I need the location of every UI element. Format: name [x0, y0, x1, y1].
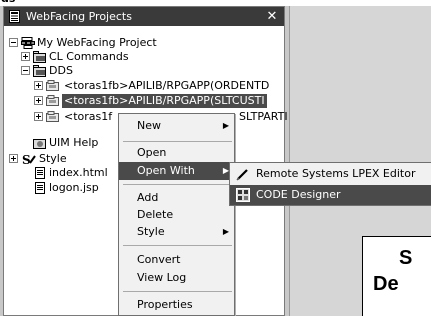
menu-item-open-with[interactable]: Open With ▶: [119, 162, 236, 180]
collapse-icon[interactable]: [9, 38, 18, 47]
menu-item-label: Delete: [137, 208, 174, 221]
tree-item-label-suffix: SLTPARTI: [239, 110, 288, 123]
dds-member-icon: [46, 95, 59, 106]
submenu-item-label: Remote Systems LPEX Editor: [256, 167, 416, 180]
editor-heading-line1: S: [399, 247, 413, 269]
pencil-icon: [236, 169, 248, 181]
folder-icon: [33, 65, 46, 77]
tree-item-label: <toras1f: [64, 110, 113, 123]
menu-item-new[interactable]: New ▶: [119, 117, 236, 135]
dds-member-icon: [46, 80, 59, 91]
submenu-arrow-icon: ▶: [222, 121, 229, 130]
menu-separator: [123, 184, 232, 185]
menu-item-style[interactable]: Style ▶: [119, 223, 236, 241]
menu-separator: [123, 141, 232, 142]
collapse-icon[interactable]: [21, 66, 30, 75]
tree-item-label: <toras1fb>APILIB/RPGAPP(ORDENTD: [64, 79, 270, 92]
submenu-item-label: CODE Designer: [256, 188, 341, 201]
svg-text:S: S: [22, 153, 31, 165]
help-folder-icon: [33, 139, 46, 149]
submenu-item-lpex-editor[interactable]: Remote Systems LPEX Editor: [230, 164, 431, 184]
submenu-arrow-icon: ▶: [222, 227, 229, 236]
code-designer-icon: [236, 188, 250, 202]
panel-title: WebFacing Projects: [26, 10, 132, 23]
menu-item-label: Convert: [137, 253, 181, 266]
menu-item-open[interactable]: Open: [119, 144, 236, 162]
expand-icon[interactable]: [21, 52, 30, 61]
tree-item-label: UIM Help: [49, 136, 99, 149]
tree-item-label: Style: [39, 152, 67, 165]
folder-icon: [33, 51, 46, 63]
menu-item-label: Style: [137, 225, 165, 238]
panel-view-icon: [9, 10, 20, 23]
jsp-file-icon: [35, 182, 45, 194]
expand-icon[interactable]: [9, 154, 18, 163]
context-menu: New ▶ Open Open With ▶ Add Delete Style …: [118, 113, 236, 316]
top-sliver-text: ds: [1, 0, 15, 5]
expand-icon[interactable]: [34, 81, 43, 90]
tree-item-label: index.html: [49, 166, 108, 179]
expand-icon[interactable]: [34, 112, 43, 121]
menu-separator: [123, 291, 232, 292]
menu-item-properties[interactable]: Properties: [119, 296, 236, 314]
menu-item-delete[interactable]: Delete: [119, 206, 236, 224]
tree-item-label: My WebFacing Project: [37, 36, 157, 49]
menu-item-label: Properties: [137, 298, 193, 311]
tree-item-label-selected: <toras1fb>APILIB/RPGAPP(SLTCUSTI: [62, 94, 267, 108]
menu-item-view-log[interactable]: View Log: [119, 269, 236, 287]
open-with-submenu: Remote Systems LPEX Editor CODE Designer: [229, 162, 431, 206]
close-icon[interactable]: ✕: [264, 9, 280, 24]
menu-item-convert[interactable]: Convert: [119, 251, 236, 269]
project-icon: [21, 37, 35, 49]
submenu-item-code-designer[interactable]: CODE Designer: [230, 185, 431, 205]
menu-item-label: New: [137, 119, 161, 132]
html-file-icon: [35, 167, 45, 179]
dds-member-icon: [46, 111, 59, 122]
tree-item-label: logon.jsp: [49, 181, 99, 194]
style-icon: S: [22, 153, 36, 165]
menu-item-label: View Log: [137, 271, 187, 284]
editor-heading-line2: De: [373, 273, 399, 295]
menu-item-label: Open: [137, 146, 167, 159]
tree-item-label: DDS: [49, 64, 73, 77]
menu-separator: [123, 245, 232, 246]
tree-item-label: CL Commands: [49, 50, 129, 63]
expand-icon[interactable]: [34, 96, 43, 105]
menu-item-label: Add: [137, 191, 159, 204]
menu-item-label: Open With: [137, 164, 195, 177]
menu-item-add[interactable]: Add: [119, 189, 236, 207]
